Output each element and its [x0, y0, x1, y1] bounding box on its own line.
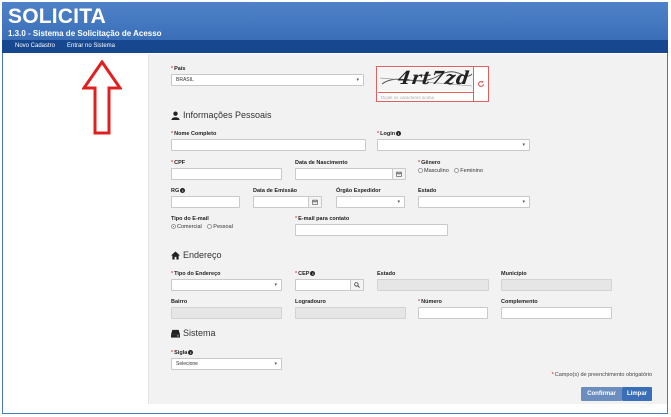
numero-input[interactable]	[418, 307, 488, 319]
sigla-select[interactable]: Selecione ▾	[171, 358, 282, 370]
registration-form: *País BRASIL ▾ 4rt7zd Digite os caracter…	[148, 54, 667, 404]
app-title: SOLICITA	[8, 5, 107, 28]
numero-label: *Número	[418, 299, 442, 305]
login-input[interactable]: ▾	[377, 139, 530, 151]
app-header: SOLICITA 1.3.0 - Sistema de Solicitação …	[2, 2, 668, 40]
cep-label: *CEP i	[295, 271, 316, 277]
chevron-down-icon: ▾	[274, 361, 277, 367]
clear-button[interactable]: Limpar	[622, 387, 652, 401]
login-label: *Login i	[377, 131, 402, 137]
info-icon: i	[188, 350, 194, 356]
estado-rg-label: Estado	[418, 188, 437, 194]
info-icon: i	[310, 271, 316, 277]
captcha-input[interactable]: Digite os caracteres acima	[378, 92, 474, 102]
data-nascimento-input[interactable]	[295, 168, 406, 180]
sigla-label: *Sigla i	[171, 350, 194, 356]
email-contato-label: *E-mail para contato	[295, 216, 350, 222]
orgao-expedidor-select[interactable]: ▾	[336, 196, 405, 208]
estado-endereco-input	[377, 279, 489, 291]
refresh-icon[interactable]	[473, 67, 488, 101]
captcha-image: 4rt7zd	[378, 68, 474, 91]
logradouro-label: Logradouro	[295, 299, 326, 305]
orgao-expedidor-label: Órgão Expedidor	[336, 188, 381, 194]
email-contato-input[interactable]	[295, 224, 448, 236]
tipo-email-comercial[interactable]: Comercial	[171, 224, 202, 230]
municipio-label: Município	[501, 271, 527, 277]
genero-radio-group: Masculino Feminino	[418, 168, 487, 175]
captcha: 4rt7zd Digite os caracteres acima	[376, 66, 489, 102]
data-emissao-label: Data de Emissão	[253, 188, 298, 194]
nome-completo-label: *Nome Completo	[171, 131, 217, 137]
confirm-button[interactable]: Confirmar	[581, 387, 622, 401]
app-subtitle: 1.3.0 - Sistema de Solicitação de Acesso	[8, 29, 162, 38]
pais-label: *País	[171, 66, 186, 72]
cpf-input[interactable]	[171, 168, 282, 180]
rg-input[interactable]	[171, 196, 240, 208]
logradouro-input	[295, 307, 406, 319]
tipo-email-pessoal[interactable]: Pessoal	[207, 224, 233, 230]
municipio-input	[501, 279, 612, 291]
chevron-down-icon: ▾	[356, 77, 359, 83]
top-navbar: Novo Cadastro Entrar no Sistema	[2, 40, 668, 53]
section-endereco: Endereço	[171, 250, 222, 261]
complemento-input[interactable]	[501, 307, 612, 319]
cep-input[interactable]	[295, 279, 364, 291]
user-icon	[171, 111, 180, 121]
genero-label: *Gênero	[418, 160, 441, 166]
info-icon: i	[396, 131, 402, 137]
estado-rg-select[interactable]: ▾	[418, 196, 530, 208]
tipo-endereco-select[interactable]: ▾	[171, 279, 282, 291]
section-informacoes-pessoais: Informações Pessoais	[171, 110, 272, 121]
estado-endereco-label: Estado	[377, 271, 396, 277]
chevron-down-icon: ▾	[274, 282, 277, 288]
nav-novo-cadastro[interactable]: Novo Cadastro	[15, 43, 55, 50]
section-sistema: Sistema	[171, 328, 216, 339]
pais-select[interactable]: BRASIL ▾	[171, 74, 364, 86]
calendar-icon[interactable]	[308, 197, 321, 207]
data-emissao-input[interactable]	[253, 196, 322, 208]
tipo-email-label: Tipo do E-mail	[171, 216, 209, 222]
bairro-label: Bairro	[171, 299, 188, 305]
cpf-label: *CPF	[171, 160, 186, 166]
genero-masculino[interactable]: Masculino	[418, 168, 449, 174]
calendar-icon[interactable]	[392, 169, 405, 179]
chevron-down-icon: ▾	[522, 199, 525, 205]
chevron-down-icon: ▾	[522, 142, 525, 148]
rg-label: RG i	[171, 188, 186, 194]
bairro-input	[171, 307, 282, 319]
tipo-email-radio-group: Comercial Pessoal	[171, 224, 237, 231]
tipo-endereco-label: *Tipo do Endereço	[171, 271, 221, 277]
search-icon[interactable]	[350, 280, 363, 290]
required-fields-note: *Campo(s) de preenchimento obrigatório	[551, 372, 652, 378]
nav-entrar-no-sistema[interactable]: Entrar no Sistema	[67, 43, 115, 50]
nome-completo-input[interactable]	[171, 139, 366, 151]
data-nascimento-label: Data de Nascimento	[295, 160, 348, 166]
hard-drive-icon	[171, 330, 180, 338]
up-arrow-annotation	[82, 60, 122, 135]
genero-feminino[interactable]: Feminino	[454, 168, 483, 174]
complemento-label: Complemento	[501, 299, 538, 305]
home-icon	[171, 251, 180, 260]
chevron-down-icon: ▾	[397, 199, 400, 205]
info-icon: i	[180, 188, 186, 194]
